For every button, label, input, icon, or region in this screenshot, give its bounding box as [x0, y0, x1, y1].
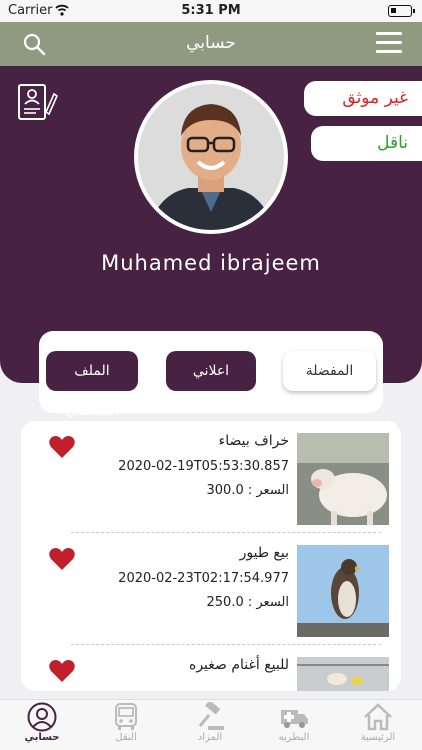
avatar[interactable] — [134, 80, 288, 234]
list-item[interactable]: للبيع أغنام صغيره — [21, 645, 401, 691]
list-item[interactable]: خراف بيضاء 2020-02-19T05:53:30.857 السعر… — [21, 421, 401, 533]
tab-profile[interactable]: الملف الشخصي — [46, 351, 138, 419]
listing-date: 2020-02-19T05:53:30.857 — [118, 459, 289, 474]
nav-bar: حسابي — [0, 22, 422, 66]
tabbar-veterinary[interactable]: البطريه — [254, 702, 334, 743]
tabbar-veterinary-label: البطريه — [278, 732, 310, 743]
tabbar-auction[interactable]: المزاد — [170, 702, 250, 743]
tabbar-home[interactable]: الرئيسية — [338, 702, 418, 743]
listing-date: 2020-02-23T02:17:54.977 — [118, 571, 289, 586]
tab-my-ads[interactable]: اعلاني — [166, 351, 256, 391]
home-icon — [364, 703, 392, 731]
listing-image — [297, 657, 389, 691]
tabbar-transport-label: النقل — [115, 732, 137, 743]
battery-icon — [388, 5, 415, 17]
role-badge: ناقل — [311, 126, 422, 161]
verification-status-badge: غير موثق — [304, 81, 422, 116]
tab-bar: حسابي النقل المزاد البطريه الرئيسية — [0, 699, 422, 750]
listing-title: للبيع أغنام صغيره — [189, 657, 289, 673]
user-circle-icon — [27, 702, 57, 732]
document-edit-icon[interactable] — [16, 82, 58, 124]
listing-price: السعر : 250.0 — [206, 595, 289, 610]
listing-price: السعر : 300.0 — [206, 483, 289, 498]
tabbar-auction-label: المزاد — [197, 732, 223, 743]
tabbar-account-label: حسابي — [24, 732, 60, 743]
heart-icon[interactable] — [49, 547, 75, 571]
page-title: حسابي — [186, 33, 236, 53]
listing-image — [297, 433, 389, 525]
gavel-icon — [198, 702, 224, 730]
ambulance-icon — [281, 710, 308, 728]
tabbar-account[interactable]: حسابي — [2, 702, 82, 743]
tabbar-home-label: الرئيسية — [360, 732, 396, 743]
menu-icon[interactable] — [376, 32, 402, 54]
bus-icon — [115, 703, 137, 730]
listing-title: بيع طيور — [239, 545, 289, 561]
heart-icon[interactable] — [49, 659, 75, 683]
heart-icon[interactable] — [49, 435, 75, 459]
status-bar: Carrier 5:31 PM — [0, 0, 422, 22]
user-name: Muhamed ibrajeem — [101, 251, 321, 275]
list-item[interactable]: بيع طيور 2020-02-23T02:17:54.977 السعر :… — [21, 533, 401, 645]
clock: 5:31 PM — [181, 3, 241, 18]
profile-photo — [138, 84, 284, 230]
listing-image — [297, 545, 389, 637]
tabbar-transport[interactable]: النقل — [86, 702, 166, 743]
tab-favorites[interactable]: المفضلة — [283, 351, 376, 391]
favorites-list: خراف بيضاء 2020-02-19T05:53:30.857 السعر… — [21, 421, 401, 691]
listing-title: خراف بيضاء — [218, 433, 289, 449]
